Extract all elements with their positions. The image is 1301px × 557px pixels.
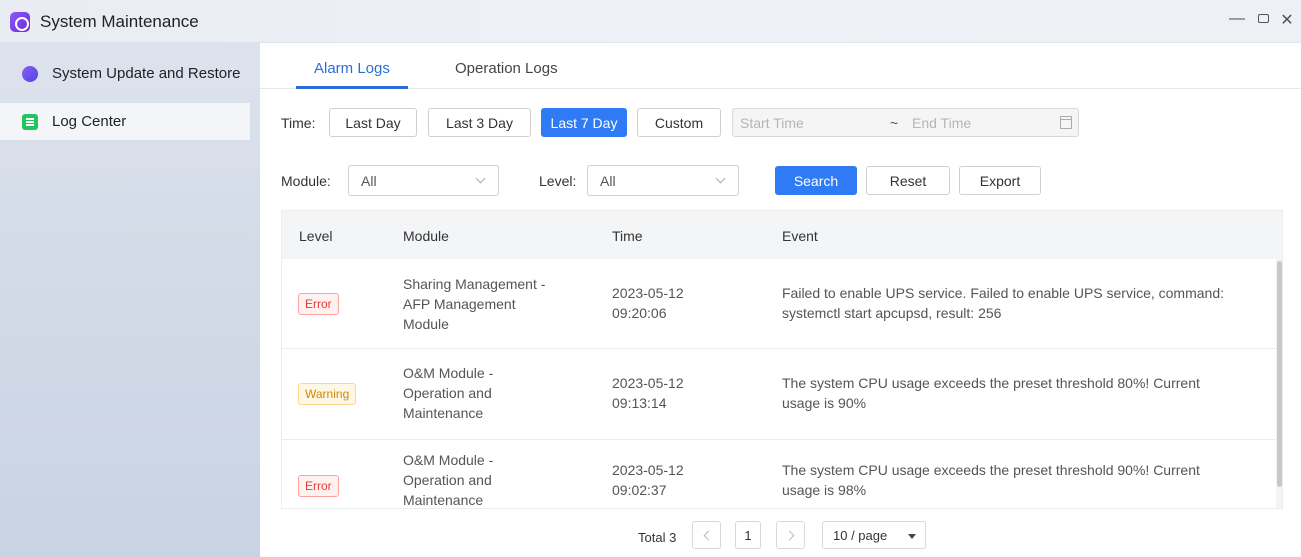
chevron-left-icon: [703, 530, 713, 540]
event-line: systemctl start apcupsd, result: 256: [782, 305, 1002, 321]
maximize-icon: [1257, 14, 1269, 23]
sidebar-item-label: System Update and Restore: [52, 65, 241, 82]
date-text: 2023-05-12: [612, 285, 684, 301]
module-label: Module:: [281, 173, 331, 189]
module-line: O&M Module -: [403, 452, 494, 468]
event-line: Failed to enable UPS service. Failed to …: [782, 285, 1224, 301]
page-size-select[interactable]: 10 / page: [822, 521, 926, 549]
active-tab-indicator: [296, 86, 408, 89]
alarm-log-table: Level Module Time Event Error Sharing Ma…: [281, 210, 1283, 509]
reset-button[interactable]: Reset: [866, 166, 950, 195]
sidebar: System Update and Restore Log Center: [0, 43, 260, 557]
module-select-value: All: [361, 173, 377, 189]
date-text: 2023-05-12: [612, 375, 684, 391]
module-cell: O&M Module - Operation and Maintenance: [403, 363, 493, 423]
module-line: Operation and: [403, 385, 492, 401]
time-label: Time:: [281, 115, 316, 131]
event-line: usage is 98%: [782, 482, 867, 498]
event-cell: The system CPU usage exceeds the preset …: [782, 460, 1200, 500]
time-cell: 2023-05-12 09:20:06: [612, 283, 684, 323]
event-line: usage is 90%: [782, 395, 867, 411]
page-size-value: 10 / page: [833, 527, 888, 543]
time-cell: 2023-05-12 09:02:37: [612, 460, 684, 500]
last-day-button[interactable]: Last Day: [329, 108, 417, 137]
module-line: Maintenance: [403, 405, 484, 421]
log-icon: [22, 113, 38, 130]
table-row[interactable]: Warning O&M Module - Operation and Maint…: [282, 349, 1276, 440]
module-cell: O&M Module - Operation and Maintenance: [403, 450, 494, 508]
prev-page-button[interactable]: [692, 521, 721, 549]
column-header-time: Time: [612, 228, 643, 244]
table-header: Level Module Time Event: [282, 211, 1282, 259]
sidebar-item-log-center[interactable]: Log Center: [0, 103, 250, 140]
chevron-down-icon: [715, 173, 726, 184]
title-bar: System Maintenance — ✕: [0, 0, 1301, 43]
module-select[interactable]: All: [348, 165, 499, 196]
custom-button[interactable]: Custom: [637, 108, 721, 137]
tab-bar: Alarm Logs Operation Logs: [260, 43, 1301, 89]
tab-operation-logs[interactable]: Operation Logs: [455, 60, 558, 77]
level-select-value: All: [600, 173, 616, 189]
window-title: System Maintenance: [40, 12, 199, 31]
chevron-down-icon: [475, 173, 486, 184]
time-cell: 2023-05-12 09:13:14: [612, 373, 684, 413]
level-label: Level:: [539, 173, 577, 189]
page-number-button[interactable]: 1: [735, 521, 761, 549]
date-text: 2023-05-12: [612, 462, 684, 478]
event-line: The system CPU usage exceeds the preset …: [782, 375, 1200, 391]
module-line: Operation and: [403, 472, 492, 488]
module-line: AFP Management: [403, 296, 516, 312]
caret-down-icon: [908, 534, 916, 539]
event-line: The system CPU usage exceeds the preset …: [782, 462, 1200, 478]
time-text: 09:13:14: [612, 395, 667, 411]
sidebar-item-system-update[interactable]: System Update and Restore: [0, 55, 250, 92]
update-icon: [22, 65, 38, 82]
column-header-level: Level: [299, 228, 333, 244]
total-count: Total 3: [638, 530, 677, 545]
sidebar-item-label: Log Center: [52, 113, 127, 130]
last-3-day-button[interactable]: Last 3 Day: [428, 108, 531, 137]
date-range-picker[interactable]: Start Time ~ End Time: [732, 108, 1079, 137]
event-cell: The system CPU usage exceeds the preset …: [782, 373, 1200, 413]
chevron-right-icon: [784, 530, 794, 540]
column-header-module: Module: [403, 228, 449, 244]
module-cell: Sharing Management - AFP Management Modu…: [403, 274, 545, 334]
level-select[interactable]: All: [587, 165, 739, 196]
search-button[interactable]: Search: [775, 166, 857, 195]
close-button[interactable]: ✕: [1276, 10, 1298, 30]
time-text: 09:20:06: [612, 305, 667, 321]
table-row[interactable]: Error Sharing Management - AFP Managemen…: [282, 259, 1276, 349]
module-line: O&M Module -: [403, 365, 494, 381]
column-header-event: Event: [782, 228, 818, 244]
module-line: Module: [403, 316, 449, 332]
module-line: Maintenance: [403, 492, 484, 508]
level-badge-error: Error: [298, 293, 339, 315]
range-separator: ~: [890, 115, 899, 131]
calendar-icon[interactable]: [1060, 116, 1072, 129]
table-scrollbar[interactable]: [1276, 259, 1282, 508]
level-badge-warning: Warning: [298, 383, 357, 405]
end-time-input[interactable]: End Time: [912, 115, 971, 131]
table-row[interactable]: Error O&M Module - Operation and Mainten…: [282, 440, 1276, 508]
minimize-button[interactable]: —: [1226, 10, 1248, 28]
tab-alarm-logs[interactable]: Alarm Logs: [314, 60, 390, 77]
scrollbar-thumb[interactable]: [1277, 261, 1282, 487]
app-icon: [10, 12, 30, 32]
last-7-day-button[interactable]: Last 7 Day: [541, 108, 627, 137]
time-text: 09:02:37: [612, 482, 667, 498]
module-line: Sharing Management -: [403, 276, 546, 292]
maximize-button[interactable]: [1252, 10, 1274, 28]
export-button[interactable]: Export: [959, 166, 1041, 195]
start-time-input[interactable]: Start Time: [740, 115, 804, 131]
level-badge-error: Error: [298, 475, 339, 497]
next-page-button[interactable]: [776, 521, 805, 549]
event-cell: Failed to enable UPS service. Failed to …: [782, 283, 1224, 323]
